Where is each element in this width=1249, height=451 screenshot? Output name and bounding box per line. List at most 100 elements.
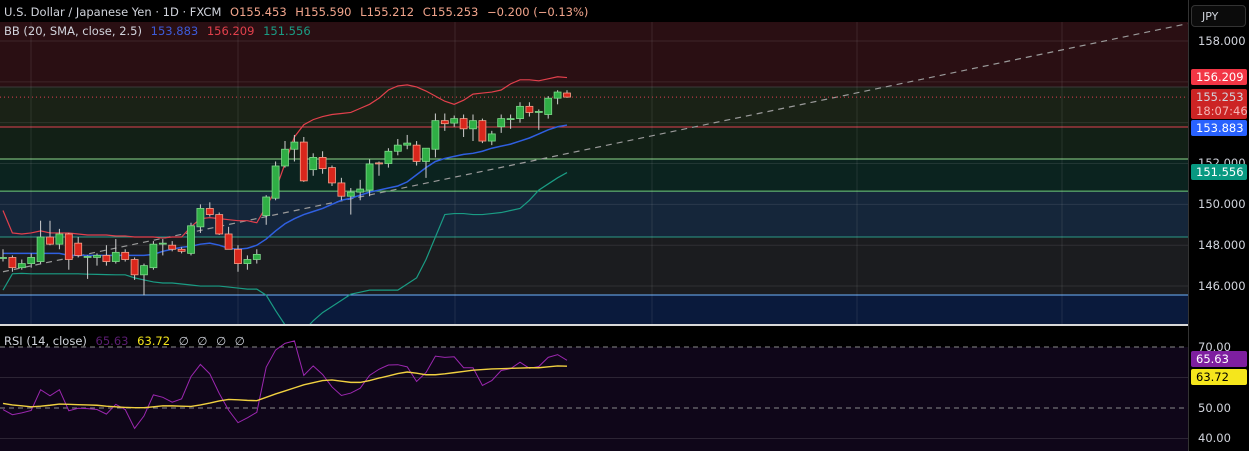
candle-down	[525, 105, 534, 113]
rsi-background-band	[0, 347, 1188, 451]
candle-up	[271, 165, 280, 199]
price-chart-canvas[interactable]	[0, 0, 1188, 325]
level-zone	[0, 295, 1188, 325]
candle-down	[299, 141, 308, 182]
price-tick: 158.000	[1198, 34, 1246, 48]
ohlc-close: C155.253	[422, 5, 479, 19]
candle-up	[516, 105, 524, 119]
candle-up	[281, 148, 289, 167]
candle-down	[478, 120, 487, 142]
ohlc-high: H155.590	[295, 5, 352, 19]
candle-down	[46, 236, 54, 245]
candle-up	[243, 259, 252, 264]
candle-down	[234, 248, 242, 264]
rsi-ma-tag: 63.72	[1191, 369, 1247, 385]
price-change: −0.200 (−0.13%)	[487, 5, 589, 19]
candle-up	[149, 243, 158, 269]
candle-up	[384, 150, 393, 164]
bb-label[interactable]: BB (20, SMA, close, 2.5)	[4, 24, 142, 38]
rsi-value: 65.63	[95, 334, 129, 348]
candle-up	[27, 257, 36, 264]
candle-down	[130, 259, 139, 276]
candle-down	[375, 162, 383, 165]
candle-down	[205, 208, 214, 215]
candle-up	[450, 118, 459, 124]
candle-up	[290, 141, 299, 150]
candle-up	[252, 253, 261, 260]
rsi-tick: 50.00	[1198, 401, 1231, 415]
candle-up	[187, 225, 195, 254]
bb-lower-value: 151.556	[263, 24, 311, 38]
candle-up	[83, 256, 92, 258]
last-price-tag: 155.253 18:07:46	[1191, 89, 1248, 119]
candle-down	[64, 233, 73, 260]
candle-down	[121, 251, 130, 260]
candle-down	[215, 214, 224, 235]
candle-up	[356, 188, 365, 193]
candle-up	[506, 118, 515, 120]
candle-up	[36, 236, 45, 262]
bar-countdown: 18:07:46	[1196, 104, 1248, 118]
candle-down	[563, 92, 571, 98]
price-tick: 146.000	[1198, 279, 1246, 293]
rsi-tick: 40.00	[1198, 431, 1231, 445]
price-tick: 150.000	[1198, 197, 1246, 211]
bb-lower-tag: 151.556	[1191, 164, 1247, 180]
candle-up	[0, 257, 7, 259]
candle-down	[459, 118, 468, 130]
candle-up	[431, 120, 440, 150]
candle-up	[422, 147, 430, 162]
price-axis[interactable]: JPY 158.000 152.000 150.000 148.000 146.…	[1188, 0, 1249, 451]
candle-up	[497, 118, 506, 128]
rsi-label[interactable]: RSI (14, close)	[4, 334, 87, 348]
candle-up	[111, 251, 120, 262]
bb-legend[interactable]: BB (20, SMA, close, 2.5) 153.883 156.209…	[4, 24, 316, 38]
candle-down	[337, 182, 346, 197]
rsi-tag: 65.63	[1191, 351, 1247, 367]
candle-up	[469, 120, 477, 130]
candle-up	[158, 242, 167, 245]
symbol-title[interactable]: U.S. Dollar / Japanese Yen · 1D · FXCM	[4, 5, 221, 19]
bb-upper-value: 156.209	[206, 24, 255, 38]
currency-button[interactable]: JPY	[1191, 5, 1246, 27]
level-zone	[0, 126, 1188, 160]
bb-basis-tag: 153.883	[1191, 120, 1247, 136]
candle-down	[102, 255, 111, 262]
candle-down	[74, 242, 83, 256]
empty-value: ∅	[234, 334, 245, 348]
rsi-legend[interactable]: RSI (14, close) 65.63 63.72 ∅ ∅ ∅ ∅	[4, 334, 250, 348]
candle-up	[55, 233, 64, 245]
candle-down	[328, 167, 336, 184]
candle-down	[224, 233, 233, 250]
empty-value: ∅	[216, 334, 227, 348]
candle-up	[553, 91, 562, 99]
candle-up	[196, 208, 205, 228]
level-zone	[0, 86, 1188, 127]
empty-value: ∅	[197, 334, 208, 348]
candle-up	[262, 196, 271, 216]
empty-value: ∅	[178, 334, 189, 348]
ohlc-low: L155.212	[360, 5, 415, 19]
candle-up	[346, 191, 355, 197]
bb-basis-value: 153.883	[150, 24, 199, 38]
candle-up	[403, 142, 412, 146]
candle-up	[140, 265, 148, 276]
candle-up	[365, 163, 374, 191]
candle-up	[17, 263, 26, 269]
candle-down	[412, 144, 421, 162]
candle-up	[544, 97, 553, 115]
candle-down	[177, 248, 186, 252]
price-tick: 148.000	[1198, 238, 1246, 252]
symbol-legend[interactable]: U.S. Dollar / Japanese Yen · 1D · FXCM O…	[4, 5, 593, 19]
candle-down	[440, 120, 449, 125]
candle-up	[534, 111, 543, 113]
candle-up	[393, 144, 402, 152]
last-price: 155.253	[1196, 90, 1244, 104]
candle-down	[8, 257, 17, 269]
candle-up	[487, 133, 496, 142]
rsi-ma-value: 63.72	[137, 334, 171, 348]
bb-upper-tag: 156.209	[1191, 69, 1247, 85]
candle-up	[93, 255, 101, 258]
ohlc-open: O155.453	[230, 5, 287, 19]
price-chart-pane[interactable]	[0, 0, 1188, 325]
